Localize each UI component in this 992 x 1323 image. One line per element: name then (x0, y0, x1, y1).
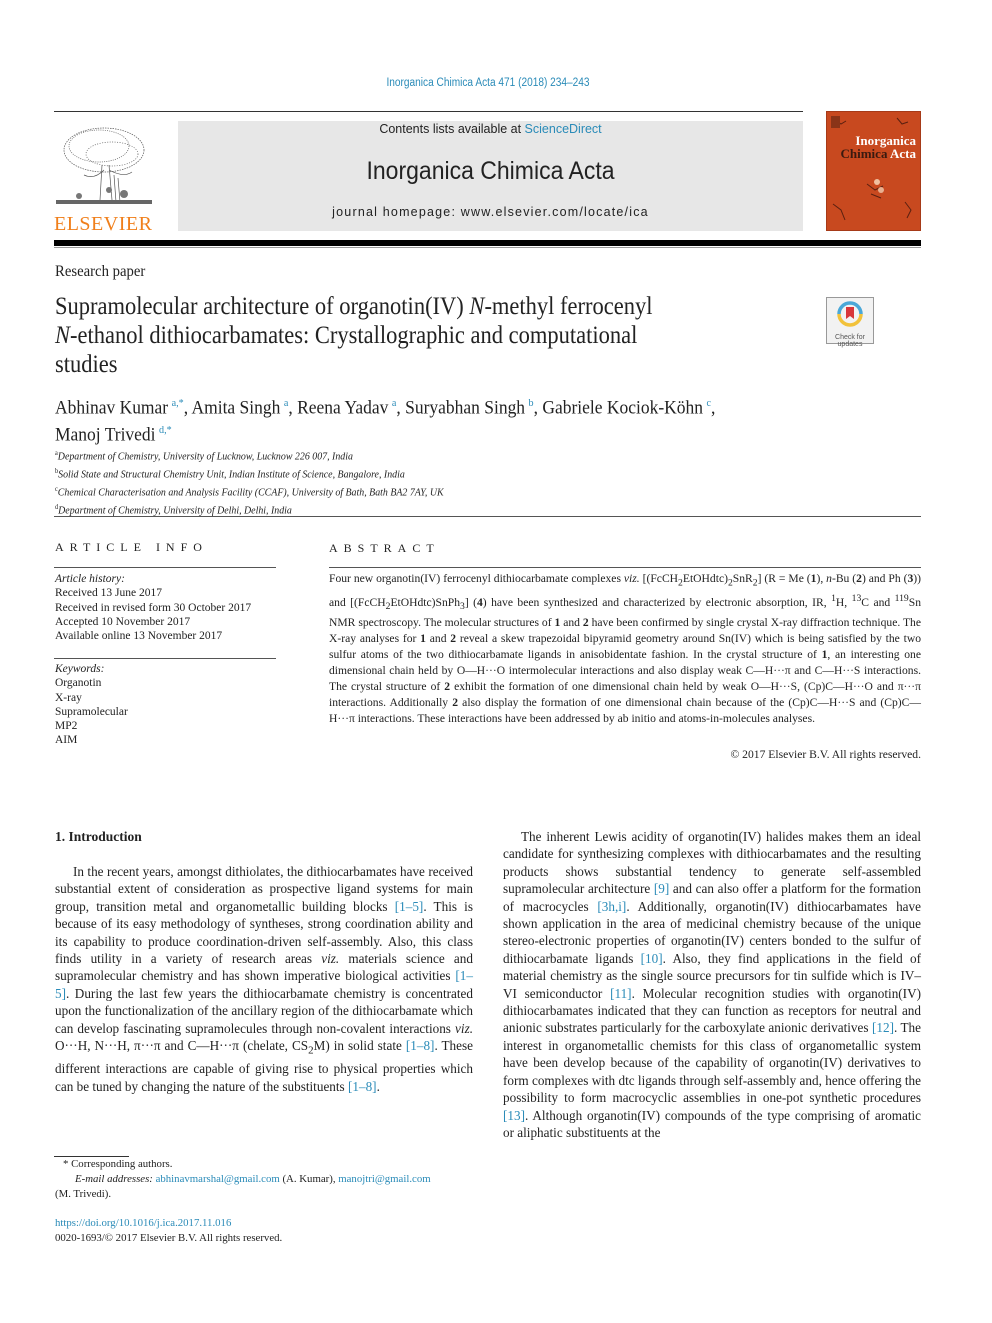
homepage-link[interactable]: www.elsevier.com/locate/ica (461, 205, 649, 219)
author-affiliation-marker[interactable]: a (392, 397, 396, 409)
cover-title-chimica: Chimica (840, 146, 888, 161)
check-updates-label: Check for updates (827, 334, 873, 348)
author-name[interactable]: Manoj Trivedi (55, 425, 156, 446)
paper-type: Research paper (55, 263, 146, 280)
body-column-right: The inherent Lewis acidity of organotin(… (503, 828, 921, 1141)
title-part: Supramolecular architecture of organotin… (55, 293, 470, 320)
abstract-text: Four new organotin(IV) ferrocenyl dithio… (329, 572, 922, 726)
header-thin-rule (54, 247, 921, 248)
affiliation-divider (54, 516, 921, 517)
elsevier-wordmark: ELSEVIER (54, 213, 153, 235)
author-affiliation-marker[interactable]: b (529, 397, 534, 409)
keywords-label: Keywords: (55, 663, 105, 675)
check-updates-icon (837, 301, 863, 327)
affiliation-item: cChemical Characterisation and Analysis … (55, 482, 444, 500)
doi-link[interactable]: https://doi.org/10.1016/j.ica.2017.11.01… (55, 1216, 282, 1231)
article-info-heading: ARTICLE INFO (55, 540, 208, 554)
issn-copyright: 0020-1693/© 2017 Elsevier B.V. All right… (55, 1232, 283, 1244)
cover-title: Inorganica Chimica Acta (841, 134, 917, 160)
keyword-item: Supramolecular (55, 705, 128, 718)
abstract-copyright: © 2017 Elsevier B.V. All rights reserved… (730, 748, 921, 761)
check-updates-line2: updates (837, 341, 863, 348)
email-owner: (A. Kumar), (279, 1173, 339, 1185)
author-list: Abhinav Kumar a,*, Amita Singh a, Reena … (55, 397, 716, 446)
citation-link[interactable]: Inorganica Chimica Acta 471 (2018) 234–2… (386, 77, 589, 89)
author-affiliation-marker[interactable]: a (284, 397, 288, 409)
affiliation-text: Chemical Characterisation and Analysis F… (57, 486, 444, 499)
journal-homepage: journal homepage: www.elsevier.com/locat… (178, 205, 803, 219)
corresponding-note: * Corresponding authors. (63, 1158, 173, 1170)
email-owner: (M. Trivedi). (55, 1188, 112, 1200)
keyword-item: MP2 (55, 720, 78, 733)
history-item: Accepted 10 November 2017 (55, 615, 191, 628)
history-item: Received 13 June 2017 (55, 587, 162, 600)
author-affiliation-marker[interactable]: c (707, 397, 711, 409)
author-affiliation-marker[interactable]: d,* (159, 424, 172, 436)
title-part: -ethanol dithiocarbamates: Crystallograp… (55, 322, 638, 378)
email-label: E-mail addresses: (75, 1173, 156, 1185)
body-paragraph: The inherent Lewis acidity of organotin(… (503, 829, 921, 1140)
affiliation-text: Department of Chemistry, University of L… (57, 450, 353, 463)
history-item: Available online 13 November 2017 (55, 630, 223, 643)
email-link-trivedi[interactable]: manojtri@gmail.com (338, 1173, 430, 1185)
email-note: E-mail addresses: abhinavmarshal@gmail.c… (55, 1172, 475, 1202)
author-name[interactable]: Gabriele Kociok-Köhn (542, 397, 703, 418)
journal-citation[interactable]: Inorganica Chimica Acta 471 (2018) 234–2… (59, 77, 918, 89)
body-column-left: In the recent years, amongst dithiolates… (55, 863, 473, 1095)
homepage-label: journal homepage: (332, 205, 461, 219)
article-history: Article history: Received 13 June 2017 R… (55, 572, 251, 643)
keyword-item: Organotin (55, 677, 102, 690)
title-italic: N (469, 293, 485, 320)
title-italic: N (55, 322, 71, 349)
keywords-rule (54, 658, 276, 659)
contents-line: Contents lists available at ScienceDirec… (178, 121, 803, 137)
article-info-rule (54, 567, 276, 568)
elsevier-logo[interactable]: ELSEVIER (54, 120, 156, 235)
doi-block: https://doi.org/10.1016/j.ica.2017.11.01… (55, 1216, 282, 1246)
section-heading-introduction: 1. Introduction (55, 829, 142, 844)
abstract-heading: ABSTRACT (329, 541, 440, 555)
history-item: Received in revised form 30 October 2017 (55, 601, 252, 614)
cover-molecule-icon (831, 116, 912, 221)
check-for-updates-button[interactable]: Check for updates (826, 297, 874, 348)
keyword-item: AIM (55, 734, 78, 747)
affiliation-item: bSolid State and Structural Chemistry Un… (55, 464, 444, 482)
author-affiliation-marker[interactable]: a,* (172, 397, 184, 409)
sciencedirect-link[interactable]: ScienceDirect (525, 122, 602, 136)
article-title: Supramolecular architecture of organotin… (55, 292, 802, 379)
check-updates-line1: Check for (835, 334, 865, 341)
author-name[interactable]: Amita Singh (191, 397, 280, 418)
affiliation-list: aDepartment of Chemistry, University of … (55, 446, 444, 519)
abstract-rule (329, 567, 921, 568)
header-thick-rule (54, 240, 921, 246)
journal-masthead: Contents lists available at ScienceDirec… (178, 121, 803, 231)
header-divider (54, 111, 803, 112)
keywords: Keywords: Organotin X-ray Supramolecular… (55, 662, 128, 748)
author-name[interactable]: Suryabhan Singh (405, 397, 525, 418)
elsevier-tree-icon (56, 127, 152, 204)
history-label: Article history: (55, 573, 125, 585)
author-name[interactable]: Abhinav Kumar (55, 397, 168, 418)
journal-cover-image[interactable]: Inorganica Chimica Acta (826, 111, 921, 231)
author-name[interactable]: Reena Yadav (297, 397, 388, 418)
keyword-item: X-ray (55, 691, 82, 704)
title-part: -methyl ferrocenyl (484, 293, 653, 320)
journal-name[interactable]: Inorganica Chimica Acta (203, 157, 778, 186)
contents-prefix: Contents lists available at (379, 122, 525, 136)
affiliation-item: aDepartment of Chemistry, University of … (55, 446, 444, 464)
email-link-kumar[interactable]: abhinavmarshal@gmail.com (156, 1173, 280, 1185)
body-paragraph: In the recent years, amongst dithiolates… (55, 864, 473, 1094)
cover-title-acta: Acta (890, 146, 916, 161)
affiliation-text: Solid State and Structural Chemistry Uni… (58, 468, 405, 481)
footnotes: * Corresponding authors. E-mail addresse… (55, 1157, 475, 1202)
